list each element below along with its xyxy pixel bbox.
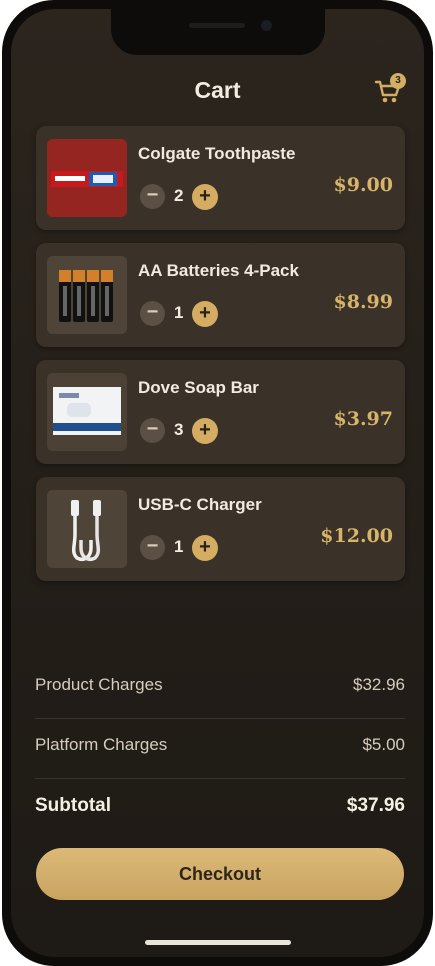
platform-charges-row: Platform Charges $5.00 [35, 719, 405, 779]
quantity-value: 1 [174, 537, 184, 556]
quantity-value: 2 [174, 186, 184, 205]
order-summary: Product Charges $32.96 Platform Charges … [35, 659, 405, 839]
product-charges-label: Product Charges [35, 675, 163, 694]
item-price: $8.99 [333, 291, 394, 313]
cart-item: USB-C Charger − 1 + $12.00 [36, 477, 405, 581]
cart-item: AA Batteries 4-Pack − 1 + $8.99 [36, 243, 405, 347]
item-name: Dove Soap Bar [138, 378, 259, 397]
subtotal-value: $37.96 [346, 795, 405, 816]
increase-button[interactable]: + [192, 184, 218, 210]
batteries-image [47, 256, 127, 334]
item-name: AA Batteries 4-Pack [138, 261, 299, 280]
cart-items-list: Colgate Toothpaste − 2 + $9.00 AA Batter… [36, 126, 405, 594]
quantity-stepper: − 1 + [140, 535, 260, 561]
charger-image [47, 490, 127, 568]
decrease-button[interactable]: − [140, 301, 165, 326]
increase-button[interactable]: + [192, 535, 218, 561]
subtotal-label: Subtotal [35, 795, 111, 816]
quantity-stepper: − 3 + [140, 418, 260, 444]
header: Cart 3 [11, 71, 424, 111]
quantity-value: 3 [174, 420, 184, 439]
quantity-stepper: − 2 + [140, 184, 260, 210]
checkout-button[interactable]: Checkout [36, 848, 404, 900]
speaker [188, 23, 245, 28]
camera [260, 20, 272, 31]
item-price: $3.97 [333, 408, 394, 430]
home-indicator [144, 940, 291, 945]
page-title: Cart [194, 77, 241, 103]
product-charges-row: Product Charges $32.96 [35, 659, 405, 719]
notch [110, 9, 325, 55]
quantity-stepper: − 1 + [140, 301, 260, 327]
cart-button[interactable]: 3 [370, 71, 410, 111]
item-name: USB-C Charger [138, 495, 262, 514]
platform-charges-label: Platform Charges [35, 735, 168, 754]
item-price: $9.00 [333, 174, 394, 196]
screen: Cart 3 Colgate Toothpaste − 2 + $9.00 AA… [11, 9, 424, 957]
soap-image [47, 373, 127, 451]
platform-charges-value: $5.00 [362, 735, 405, 754]
cart-item: Dove Soap Bar − 3 + $3.97 [36, 360, 405, 464]
increase-button[interactable]: + [192, 301, 218, 327]
subtotal-row: Subtotal $37.96 [35, 779, 405, 839]
decrease-button[interactable]: − [140, 535, 165, 560]
item-price: $12.00 [320, 525, 393, 547]
cart-item: Colgate Toothpaste − 2 + $9.00 [36, 126, 405, 230]
phone-frame: Cart 3 Colgate Toothpaste − 2 + $9.00 AA… [2, 0, 433, 966]
decrease-button[interactable]: − [140, 184, 165, 209]
product-charges-value: $32.96 [353, 675, 405, 694]
item-name: Colgate Toothpaste [138, 144, 296, 163]
toothpaste-image [47, 139, 127, 217]
quantity-value: 1 [174, 303, 184, 322]
cart-count-badge: 3 [390, 73, 406, 89]
increase-button[interactable]: + [192, 418, 218, 444]
decrease-button[interactable]: − [140, 418, 165, 443]
